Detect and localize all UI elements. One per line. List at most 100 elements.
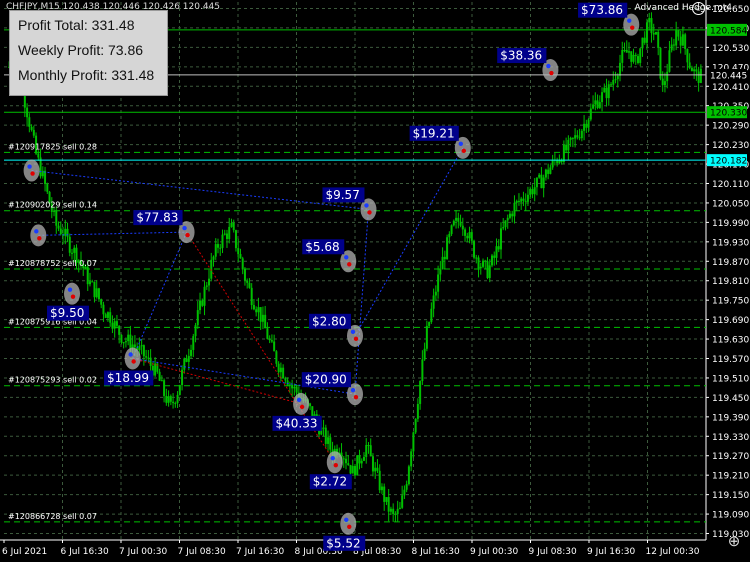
trade-marker: [64, 282, 81, 305]
order-label: #120866728 sell 0.07: [8, 512, 97, 521]
candle-body: [663, 81, 666, 86]
candle-body: [232, 222, 235, 231]
candle-body: [59, 228, 62, 235]
candle-body: [203, 286, 206, 306]
candle-body: [535, 177, 538, 188]
candle-body: [410, 451, 413, 467]
trade-marker: [30, 224, 47, 247]
candle-body: [261, 314, 264, 322]
candle-body: [455, 217, 458, 221]
trade-arrow-blue: [458, 141, 464, 147]
candle-body: [672, 44, 675, 46]
candle-body: [351, 465, 354, 474]
candle-body: [580, 130, 583, 139]
trade-arrow-blue: [627, 18, 632, 23]
candle-body: [111, 322, 114, 329]
monthly-profit-text: Monthly Profit: 331.48: [18, 67, 155, 83]
candle-body: [250, 287, 253, 306]
candle-body: [120, 334, 123, 343]
candle-body: [464, 229, 467, 236]
candle-body: [66, 228, 69, 237]
candle-body: [194, 325, 197, 337]
candle-body: [690, 67, 693, 72]
candle-body: [688, 62, 691, 68]
candle-body: [670, 44, 673, 51]
candle-body: [502, 227, 505, 229]
candle-body: [28, 117, 31, 127]
candle-body: [248, 282, 251, 288]
candle-body: [677, 30, 680, 37]
candle-body: [652, 33, 655, 35]
candle-body: [598, 102, 601, 108]
candle-body: [208, 278, 211, 286]
candle-body: [327, 437, 330, 444]
candle-body: [589, 108, 592, 120]
candle-body: [349, 464, 352, 474]
trade-marker: [326, 451, 343, 474]
x-tick-label: 7 Jul 00:30: [119, 547, 168, 557]
candle-body: [603, 87, 606, 93]
candle-body: [284, 378, 287, 381]
candle-body: [230, 222, 233, 227]
candle-body: [583, 123, 586, 131]
candle-body: [499, 228, 502, 250]
profit-label: $9.50: [50, 306, 84, 320]
profit-label: $2.80: [312, 314, 346, 328]
profit-info-panel: Profit Total: 331.48 Weekly Profit: 73.8…: [9, 10, 168, 96]
candle-body: [387, 497, 390, 512]
candle-body: [439, 269, 442, 275]
trade-arrow-blue: [27, 164, 32, 169]
candle-body: [354, 465, 356, 476]
candle-body: [607, 84, 610, 99]
candle-body: [571, 137, 574, 139]
candle-body: [515, 200, 518, 203]
candle-body: [596, 100, 599, 108]
candle-body: [214, 244, 217, 257]
candle-body: [679, 36, 682, 46]
trade-arrow-red: [353, 394, 359, 400]
candle-body: [414, 418, 417, 433]
candle-body: [259, 307, 262, 322]
candle-body: [158, 371, 161, 381]
zoom-icon[interactable]: ⊕: [726, 534, 742, 550]
candle-body: [376, 467, 379, 471]
candle-body: [228, 226, 231, 239]
candle-body: [533, 187, 536, 195]
candle-body: [212, 256, 215, 260]
candle-body: [95, 288, 98, 298]
candle-body: [484, 260, 487, 262]
candle-body: [55, 210, 58, 226]
x-tick-label: 8 Jul 16:30: [412, 547, 461, 557]
trade-marker: [124, 347, 141, 370]
x-tick-label: 9 Jul 08:30: [529, 547, 578, 557]
trade-arrow-blue: [350, 387, 356, 393]
candle-body: [252, 305, 255, 310]
candle-body: [643, 37, 646, 43]
candle-body: [416, 403, 419, 419]
order-label: #120902029 sell 0.14: [8, 201, 97, 210]
candle-body: [216, 244, 219, 248]
y-tick-label: 120.290: [712, 122, 749, 132]
profit-label: $77.83: [136, 211, 178, 225]
candle-body: [520, 198, 523, 202]
candle-body: [697, 71, 700, 83]
candle-body: [371, 456, 374, 472]
candle-body: [623, 49, 626, 51]
trade-arrow-blue: [546, 63, 551, 69]
candle-body: [389, 508, 392, 512]
candle-body: [405, 484, 408, 490]
candle-body: [57, 225, 60, 229]
candle-body: [396, 508, 399, 515]
candle-body: [255, 309, 258, 313]
candle-body: [295, 387, 298, 393]
candle-body: [565, 144, 568, 151]
x-tick-label: 7 Jul 08:30: [178, 547, 227, 557]
candle-body: [668, 50, 671, 72]
y-tick-label: 119.390: [712, 413, 749, 423]
candle-body: [457, 217, 460, 222]
candle-body: [482, 260, 485, 267]
candle-body: [544, 169, 547, 178]
candle-body: [632, 54, 635, 62]
candle-body: [585, 123, 588, 128]
candle-body: [625, 49, 628, 53]
